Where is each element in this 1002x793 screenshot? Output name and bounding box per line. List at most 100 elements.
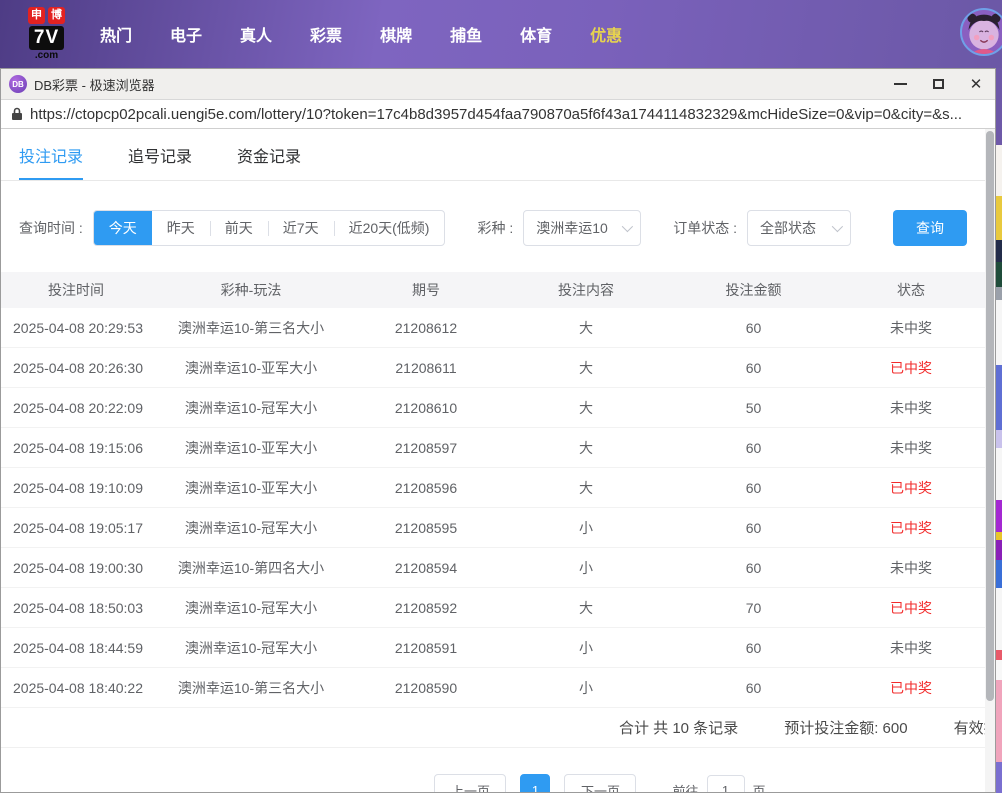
- table-row: 2025-04-08 18:44:59 澳洲幸运10-冠军大小 21208591…: [1, 628, 986, 668]
- order-status-select[interactable]: 全部状态: [747, 210, 851, 246]
- cell-issue: 21208611: [351, 360, 501, 376]
- cell-game-play: 澳洲幸运10-冠军大小: [151, 638, 351, 658]
- cell-bet-content: 大: [501, 598, 671, 618]
- cell-bet-content: 小: [501, 518, 671, 538]
- cell-status: 未中奖: [836, 398, 986, 418]
- cell-issue: 21208594: [351, 560, 501, 576]
- tab-bet-records[interactable]: 投注记录: [19, 143, 83, 180]
- cell-game-play: 澳洲幸运10-第三名大小: [151, 318, 351, 338]
- column-header-bet-amount: 投注金额: [671, 280, 836, 300]
- tab-fund-records[interactable]: 资金记录: [237, 143, 301, 180]
- bet-records-table: 投注时间 彩种-玩法 期号 投注内容 投注金额 状态 2025-04-08 20…: [1, 272, 986, 708]
- avatar-illustration: [962, 10, 1002, 54]
- site-nav: 热门 电子 真人 彩票 棋牌 捕鱼 体育 优惠: [81, 22, 641, 46]
- lottery-type-select[interactable]: 澳洲幸运10: [523, 210, 641, 246]
- time-option-yesterday[interactable]: 昨天: [152, 211, 210, 245]
- scrollbar-track[interactable]: [985, 129, 995, 792]
- cell-bet-amount: 50: [671, 400, 836, 416]
- summary-row: 合计 共 10 条记录 预计投注金额: 600 有效投注金额: [1, 708, 996, 748]
- nav-item-hot[interactable]: 热门: [81, 22, 151, 46]
- table-row: 2025-04-08 20:22:09 澳洲幸运10-冠军大小 21208610…: [1, 388, 986, 428]
- nav-item-electronic[interactable]: 电子: [151, 22, 221, 46]
- minimize-button[interactable]: [881, 69, 919, 99]
- cell-issue: 21208591: [351, 640, 501, 656]
- cell-status: 已中奖: [836, 358, 986, 378]
- url-text: https://ctopcp02pcali.uengi5e.com/lotter…: [30, 106, 962, 123]
- cell-bet-time: 2025-04-08 20:22:09: [1, 400, 151, 416]
- close-icon: ✕: [970, 77, 983, 92]
- cell-issue: 21208597: [351, 440, 501, 456]
- goto-page-group: 前往 页: [672, 775, 765, 793]
- table-row: 2025-04-08 18:50:03 澳洲幸运10-冠军大小 21208592…: [1, 588, 986, 628]
- time-option-today[interactable]: 今天: [94, 211, 152, 245]
- goto-page-input[interactable]: [707, 775, 745, 793]
- cell-issue: 21208610: [351, 400, 501, 416]
- cell-status: 已中奖: [836, 598, 986, 618]
- cell-game-play: 澳洲幸运10-亚军大小: [151, 358, 351, 378]
- cell-bet-amount: 60: [671, 560, 836, 576]
- current-page-button[interactable]: 1: [520, 774, 550, 793]
- scrollbar-thumb[interactable]: [986, 131, 994, 701]
- search-button[interactable]: 查询: [893, 210, 967, 246]
- cell-bet-amount: 60: [671, 480, 836, 496]
- query-time-label: 查询时间 :: [19, 218, 83, 238]
- nav-item-sports[interactable]: 体育: [501, 22, 571, 46]
- time-filter-group: 今天 昨天 前天 近7天 近20天(低频): [93, 210, 446, 246]
- nav-item-lottery[interactable]: 彩票: [291, 22, 361, 46]
- close-button[interactable]: ✕: [957, 69, 995, 99]
- window-controls: ✕: [881, 69, 995, 99]
- cell-bet-time: 2025-04-08 19:10:09: [1, 480, 151, 496]
- tab-chase-records[interactable]: 追号记录: [128, 143, 192, 180]
- cell-bet-time: 2025-04-08 19:05:17: [1, 520, 151, 536]
- cell-status: 未中奖: [836, 438, 986, 458]
- column-header-bet-time: 投注时间: [1, 280, 151, 300]
- logo-badge-bo: 博: [48, 7, 65, 24]
- cell-bet-content: 大: [501, 398, 671, 418]
- nav-item-live[interactable]: 真人: [221, 22, 291, 46]
- lock-icon: [11, 107, 23, 121]
- column-header-status: 状态: [836, 280, 986, 300]
- cell-bet-amount: 60: [671, 520, 836, 536]
- lottery-type-label: 彩种 :: [477, 218, 513, 238]
- column-header-bet-content: 投注内容: [501, 280, 671, 300]
- avatar[interactable]: [960, 8, 1002, 56]
- time-option-7days[interactable]: 近7天: [268, 211, 334, 245]
- cell-bet-content: 小: [501, 638, 671, 658]
- cell-bet-time: 2025-04-08 18:40:22: [1, 680, 151, 696]
- cell-bet-amount: 60: [671, 680, 836, 696]
- order-status-value: 全部状态: [760, 218, 816, 238]
- nav-item-promo[interactable]: 优惠: [571, 22, 641, 46]
- cell-status: 已中奖: [836, 478, 986, 498]
- url-bar[interactable]: https://ctopcp02pcali.uengi5e.com/lotter…: [1, 99, 995, 129]
- summary-expected-amount: 预计投注金额: 600: [784, 717, 907, 738]
- column-header-issue: 期号: [351, 280, 501, 300]
- filters-row: 查询时间 : 今天 昨天 前天 近7天 近20天(低频) 彩种 : 澳洲幸运10…: [19, 210, 995, 246]
- cell-bet-time: 2025-04-08 20:26:30: [1, 360, 151, 376]
- cell-issue: 21208592: [351, 600, 501, 616]
- cell-issue: 21208596: [351, 480, 501, 496]
- site-logo[interactable]: 申 博 7V .com: [28, 7, 65, 61]
- maximize-button[interactable]: [919, 69, 957, 99]
- logo-brand-text: 7V: [29, 26, 64, 50]
- cell-bet-amount: 60: [671, 640, 836, 656]
- cell-issue: 21208595: [351, 520, 501, 536]
- table-row: 2025-04-08 20:26:30 澳洲幸运10-亚军大小 21208611…: [1, 348, 986, 388]
- cell-game-play: 澳洲幸运10-亚军大小: [151, 438, 351, 458]
- window-title: DB彩票 - 极速浏览器: [34, 75, 155, 94]
- browser-title-bar[interactable]: DB DB彩票 - 极速浏览器 ✕: [1, 69, 995, 99]
- cell-bet-content: 小: [501, 678, 671, 698]
- nav-item-fishing[interactable]: 捕鱼: [431, 22, 501, 46]
- cell-game-play: 澳洲幸运10-冠军大小: [151, 398, 351, 418]
- table-header-row: 投注时间 彩种-玩法 期号 投注内容 投注金额 状态: [1, 272, 986, 308]
- screen: 申 博 7V .com 热门 电子 真人 彩票 棋牌 捕鱼 体育 优惠: [0, 0, 1002, 793]
- cell-issue: 21208612: [351, 320, 501, 336]
- goto-label: 前往: [672, 781, 698, 793]
- time-option-day-before[interactable]: 前天: [210, 211, 268, 245]
- column-header-game-play: 彩种-玩法: [151, 280, 351, 300]
- cell-status: 已中奖: [836, 518, 986, 538]
- nav-item-chess[interactable]: 棋牌: [361, 22, 431, 46]
- next-page-button[interactable]: 下一页: [564, 774, 636, 793]
- time-option-20days[interactable]: 近20天(低频): [334, 211, 445, 245]
- prev-page-button[interactable]: 上一页: [434, 774, 506, 793]
- cell-bet-content: 小: [501, 558, 671, 578]
